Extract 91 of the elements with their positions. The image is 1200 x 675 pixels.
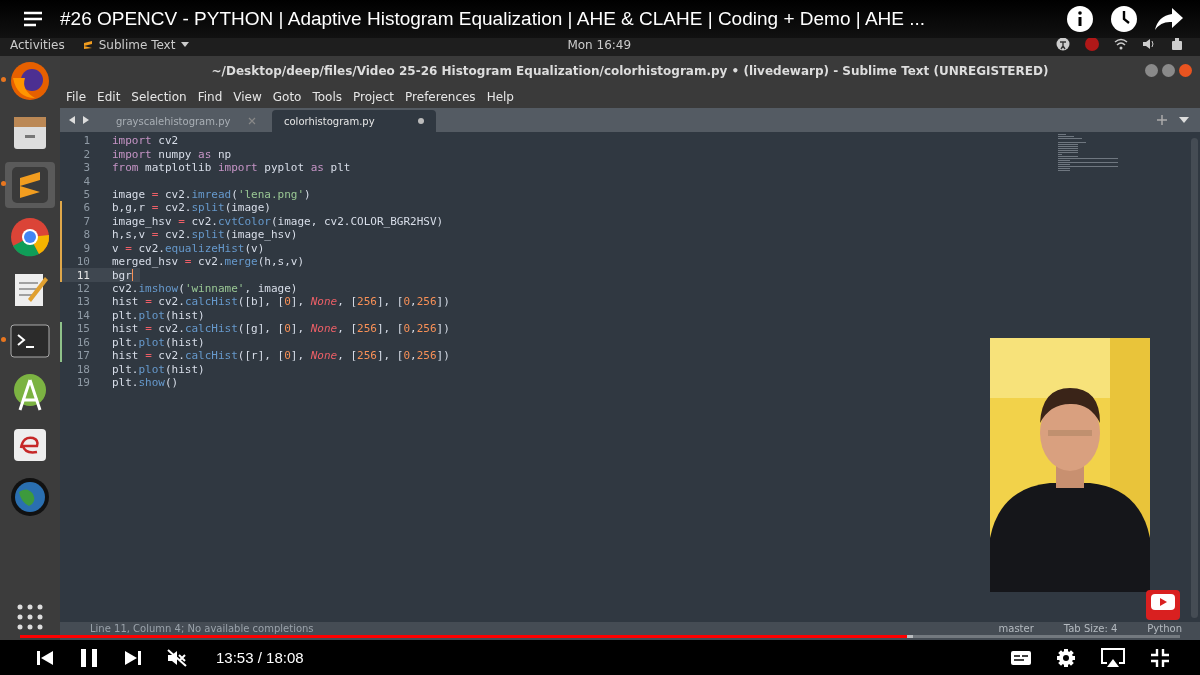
code-line: hist = cv2.calcHist([r], [0], None, [256], [0,256]) — [112, 349, 450, 363]
code-line: plt.show() — [112, 376, 179, 390]
info-icon[interactable] — [1066, 5, 1094, 33]
line-number: 12 — [75, 282, 90, 296]
menu-item[interactable]: Help — [486, 90, 514, 104]
muted-speaker-icon[interactable] — [166, 647, 188, 668]
cast-icon[interactable] — [1100, 646, 1126, 669]
minimap[interactable] — [1058, 134, 1118, 171]
code-line: plt.plot(hist) — [112, 308, 205, 322]
line-number: 7 — [82, 214, 90, 228]
syntax-label[interactable]: Python — [1147, 623, 1182, 635]
menu-item[interactable]: Find — [197, 90, 223, 104]
sublime-icon — [82, 40, 93, 50]
code-line: b,g,r = cv2.split(image) — [112, 201, 271, 215]
line-number: 9 — [82, 241, 90, 255]
line-number: 4 — [82, 174, 90, 188]
menu-item[interactable]: Edit — [97, 90, 121, 104]
window-title: ~/Desktop/deep/files/Video 25-26 Histogram Equalization/colorhistogram.py • (livedewarp) - Sublime Text (UNREGISTERED) — [211, 64, 1049, 78]
terminal-icon[interactable] — [10, 323, 50, 359]
power-icon[interactable] — [1170, 37, 1184, 51]
line-number: 8 — [82, 228, 90, 242]
record-icon[interactable] — [1084, 36, 1100, 52]
line-number: 2 — [82, 147, 90, 161]
previous-icon[interactable] — [36, 649, 54, 666]
code-line: h,s,v = cv2.split(image_hsv) — [112, 228, 298, 242]
code-line: v = cv2.equalizeHist(v) — [112, 241, 265, 255]
settings-icon[interactable] — [1056, 647, 1076, 668]
code-line: merged_hsv = cv2.merge(h,s,v) — [112, 255, 305, 269]
app-grid-icon[interactable] — [15, 602, 45, 632]
dropdown-icon[interactable] — [1178, 115, 1190, 125]
app-menu[interactable]: Sublime Text — [82, 38, 176, 52]
wifi-icon[interactable] — [1114, 38, 1128, 50]
code-line: plt.plot(hist) — [112, 335, 205, 349]
line-number: 14 — [75, 308, 90, 322]
code-line: cv2.imshow('winname', image) — [112, 282, 298, 296]
line-number: 3 — [82, 161, 90, 175]
line-number: 11 — [75, 268, 90, 282]
time-display: 13:53 / 18:08 — [216, 649, 304, 666]
code-line: bgr — [112, 268, 133, 282]
volume-icon[interactable] — [1142, 38, 1156, 50]
code-line: hist = cv2.calcHist([b], [0], None, [256], [0,256]) — [112, 295, 450, 309]
code-line: import numpy as np — [112, 147, 232, 161]
minimize-button[interactable] — [1145, 64, 1158, 77]
accessibility-icon[interactable] — [1056, 37, 1070, 51]
line-number: 15 — [75, 322, 90, 336]
code-line: image_hsv = cv2.cvtColor(image, cv2.COLOR_BGR2HSV) — [112, 214, 444, 228]
share-icon[interactable] — [1154, 6, 1184, 32]
line-number: 17 — [75, 349, 90, 363]
line-number: 16 — [75, 335, 90, 349]
next-icon[interactable] — [124, 649, 142, 666]
menu-item[interactable]: Selection — [131, 90, 187, 104]
globe-icon[interactable] — [9, 476, 51, 518]
menu-icon[interactable] — [22, 10, 44, 28]
captions-icon[interactable] — [1010, 648, 1032, 667]
line-number: 19 — [75, 376, 90, 390]
clock-icon[interactable] — [1110, 5, 1138, 33]
code-line: import cv2 — [112, 134, 179, 148]
sublime-icon[interactable] — [11, 166, 49, 204]
chrome-icon[interactable] — [9, 216, 51, 258]
code-line: from matplotlib import pyplot as plt — [112, 161, 351, 175]
line-number: 5 — [82, 187, 90, 201]
branch-label[interactable]: master — [998, 623, 1034, 635]
status-text: Line 11, Column 4; No available completions — [90, 623, 314, 635]
plus-icon[interactable] — [1156, 114, 1168, 126]
caret-icon[interactable] — [181, 42, 190, 48]
tab-size[interactable]: Tab Size: 4 — [1063, 623, 1118, 635]
menu-item[interactable]: Tools — [312, 90, 342, 104]
activities-button[interactable]: Activities — [10, 38, 65, 52]
pause-icon[interactable] — [78, 647, 100, 668]
line-number: 1 — [82, 134, 90, 148]
subscribe-icon[interactable] — [1146, 590, 1180, 620]
line-number: 18 — [75, 362, 90, 376]
clock: Mon 16:49 — [567, 38, 632, 52]
tab-arrows-icon[interactable] — [68, 115, 90, 125]
file-tab[interactable]: colorhistogram.py — [272, 110, 436, 132]
menu-item[interactable]: Goto — [272, 90, 302, 104]
code-line: plt.plot(hist) — [112, 362, 205, 376]
exit-fullscreen-icon[interactable] — [1150, 647, 1170, 668]
line-number: 13 — [75, 295, 90, 309]
app-icon[interactable] — [11, 426, 49, 464]
menu-item[interactable]: View — [233, 90, 262, 104]
line-number: 10 — [75, 255, 90, 269]
code-line: image = cv2.imread('lena.png') — [112, 187, 311, 201]
maximize-button[interactable] — [1162, 64, 1175, 77]
menu-item[interactable]: Preferences — [405, 90, 476, 104]
code-line: hist = cv2.calcHist([g], [0], None, [256], [0,256]) — [112, 322, 450, 336]
menu-item[interactable]: File — [66, 90, 87, 104]
line-number: 6 — [82, 201, 90, 215]
menu-item[interactable]: Project — [353, 90, 395, 104]
close-button[interactable] — [1179, 64, 1192, 77]
firefox-icon[interactable] — [9, 60, 51, 102]
